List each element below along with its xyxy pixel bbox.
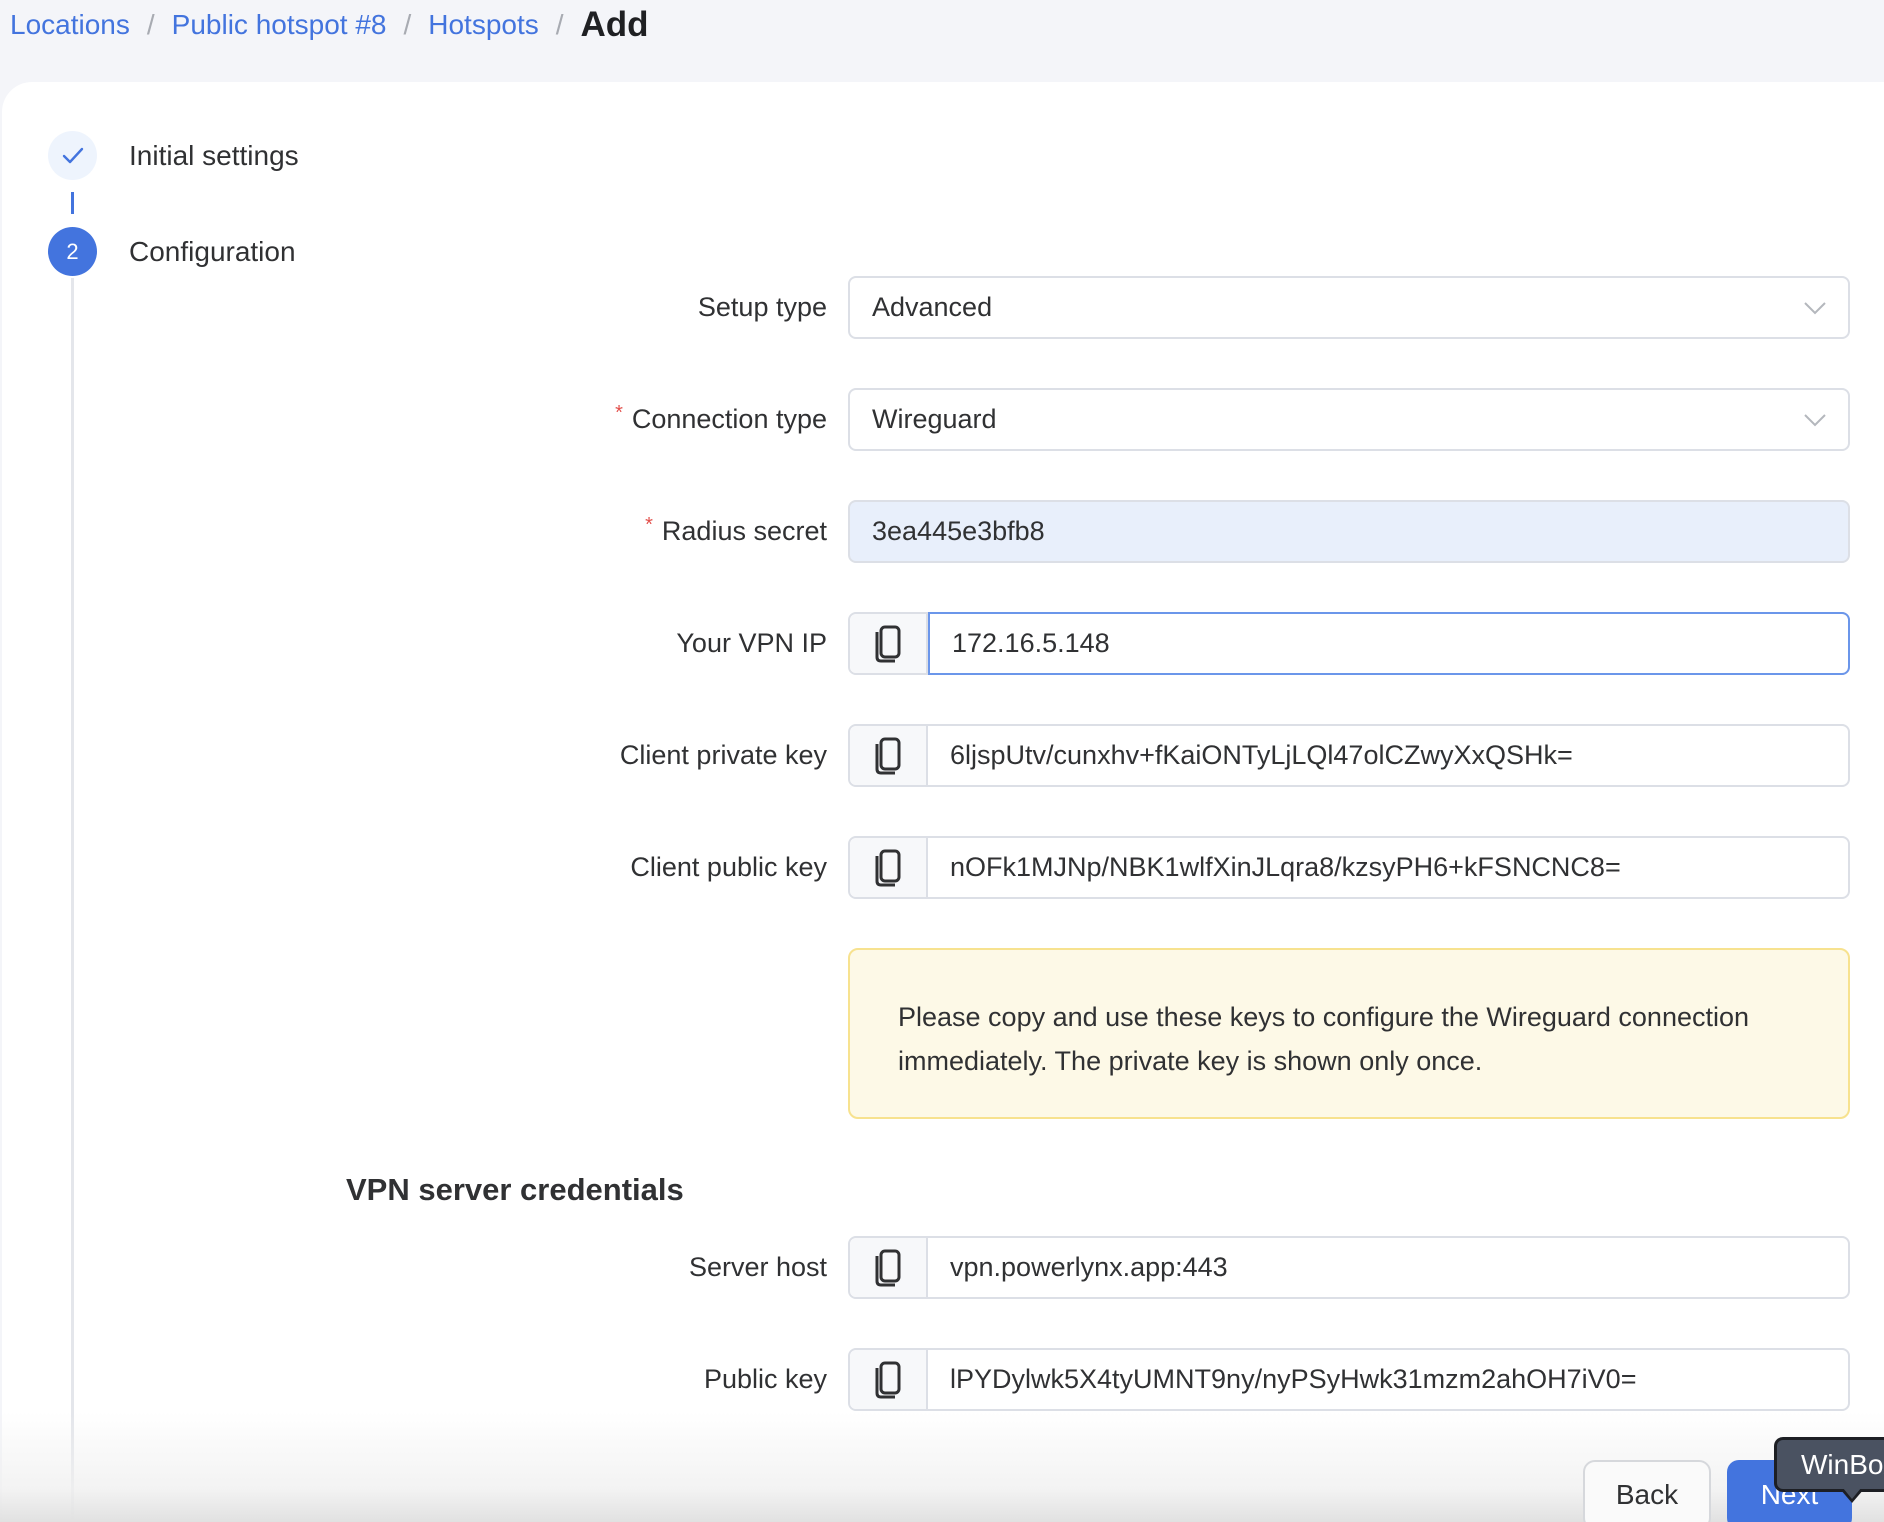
- vpn-ip-field: [848, 612, 1850, 675]
- required-marker: *: [645, 514, 653, 536]
- breadcrumb-public-hotspot[interactable]: Public hotspot #8: [172, 9, 387, 41]
- client-public-key-input-wrap: [928, 838, 1848, 897]
- server-public-key-field: [848, 1348, 1850, 1411]
- setup-type-row: Setup type Advanced: [0, 276, 1884, 339]
- winbox-tooltip: WinBox: [1774, 1437, 1884, 1492]
- server-host-input[interactable]: [928, 1238, 1848, 1297]
- chevron-down-icon: [1804, 413, 1826, 426]
- server-public-key-label: Public key: [703, 1364, 827, 1394]
- connection-type-label: * Connection type: [615, 402, 827, 434]
- breadcrumb-locations[interactable]: Locations: [10, 9, 130, 41]
- client-private-key-input[interactable]: [928, 726, 1848, 785]
- step-label: Initial settings: [129, 139, 299, 171]
- vpn-server-credentials-title: VPN server credentials: [346, 1172, 684, 1207]
- server-public-key-input-wrap: [928, 1350, 1848, 1409]
- client-public-key-field: [848, 836, 1850, 899]
- copy-icon: [875, 625, 901, 662]
- server-public-key-input[interactable]: [928, 1350, 1848, 1409]
- breadcrumb-hotspots[interactable]: Hotspots: [428, 9, 539, 41]
- server-host-input-wrap: [928, 1238, 1848, 1297]
- step-connector-pending: [71, 278, 74, 1522]
- client-private-key-row: Client private key: [0, 724, 1884, 787]
- copy-icon: [875, 1361, 901, 1398]
- client-private-key-input-wrap: [928, 726, 1848, 785]
- radius-secret-row: * Radius secret: [0, 500, 1884, 563]
- vpn-ip-row: Your VPN IP: [0, 612, 1884, 675]
- client-private-key-label: Client private key: [619, 740, 827, 770]
- breadcrumb-separator: /: [555, 9, 564, 40]
- copy-icon: [875, 849, 901, 886]
- vpn-ip-input-wrap: [928, 612, 1850, 675]
- server-host-field: [848, 1236, 1850, 1299]
- breadcrumb-separator: /: [146, 9, 155, 40]
- breadcrumb: Locations / Public hotspot #8 / Hotspots…: [10, 0, 649, 50]
- copy-client-private-key-button[interactable]: [850, 726, 928, 785]
- copy-client-public-key-button[interactable]: [850, 838, 928, 897]
- server-host-label: Server host: [688, 1252, 827, 1282]
- chevron-down-icon: [1804, 301, 1826, 314]
- client-public-key-input[interactable]: [928, 838, 1848, 897]
- client-public-key-row: Client public key: [0, 836, 1884, 899]
- required-marker: *: [615, 402, 623, 424]
- notice-text: Please copy and use these keys to config…: [898, 1002, 1750, 1076]
- back-button[interactable]: Back: [1583, 1460, 1711, 1522]
- vpn-ip-input[interactable]: [930, 614, 1848, 673]
- setup-type-value: Advanced: [872, 292, 993, 322]
- check-icon: [48, 131, 97, 180]
- step-initial-settings[interactable]: Initial settings: [48, 131, 299, 180]
- radius-secret-input[interactable]: [872, 502, 1848, 561]
- tooltip-arrow: [1840, 1488, 1864, 1503]
- breadcrumb-current: Add: [580, 5, 649, 44]
- wireguard-keys-notice: Please copy and use these keys to config…: [848, 948, 1850, 1119]
- connection-type-select[interactable]: Wireguard: [848, 388, 1850, 451]
- setup-type-label: Setup type: [697, 292, 827, 322]
- client-private-key-field: [848, 724, 1850, 787]
- copy-server-host-button[interactable]: [850, 1238, 928, 1297]
- radius-secret-field: [848, 500, 1850, 563]
- server-public-key-row: Public key: [0, 1348, 1884, 1411]
- copy-server-public-key-button[interactable]: [850, 1350, 928, 1409]
- step-configuration: 2 Configuration: [48, 227, 296, 276]
- step-connector: [71, 192, 74, 214]
- copy-icon: [875, 737, 901, 774]
- breadcrumb-separator: /: [403, 9, 412, 40]
- client-public-key-label: Client public key: [630, 852, 827, 882]
- connection-type-row: * Connection type Wireguard: [0, 388, 1884, 451]
- radius-secret-label: * Radius secret: [645, 514, 827, 546]
- step-number: 2: [48, 227, 97, 276]
- connection-type-value: Wireguard: [872, 404, 997, 434]
- setup-type-select[interactable]: Advanced: [848, 276, 1850, 339]
- copy-vpn-ip-button[interactable]: [850, 614, 928, 673]
- copy-icon: [875, 1249, 901, 1286]
- server-host-row: Server host: [0, 1236, 1884, 1299]
- vpn-ip-label: Your VPN IP: [676, 628, 827, 658]
- step-label: Configuration: [129, 235, 296, 267]
